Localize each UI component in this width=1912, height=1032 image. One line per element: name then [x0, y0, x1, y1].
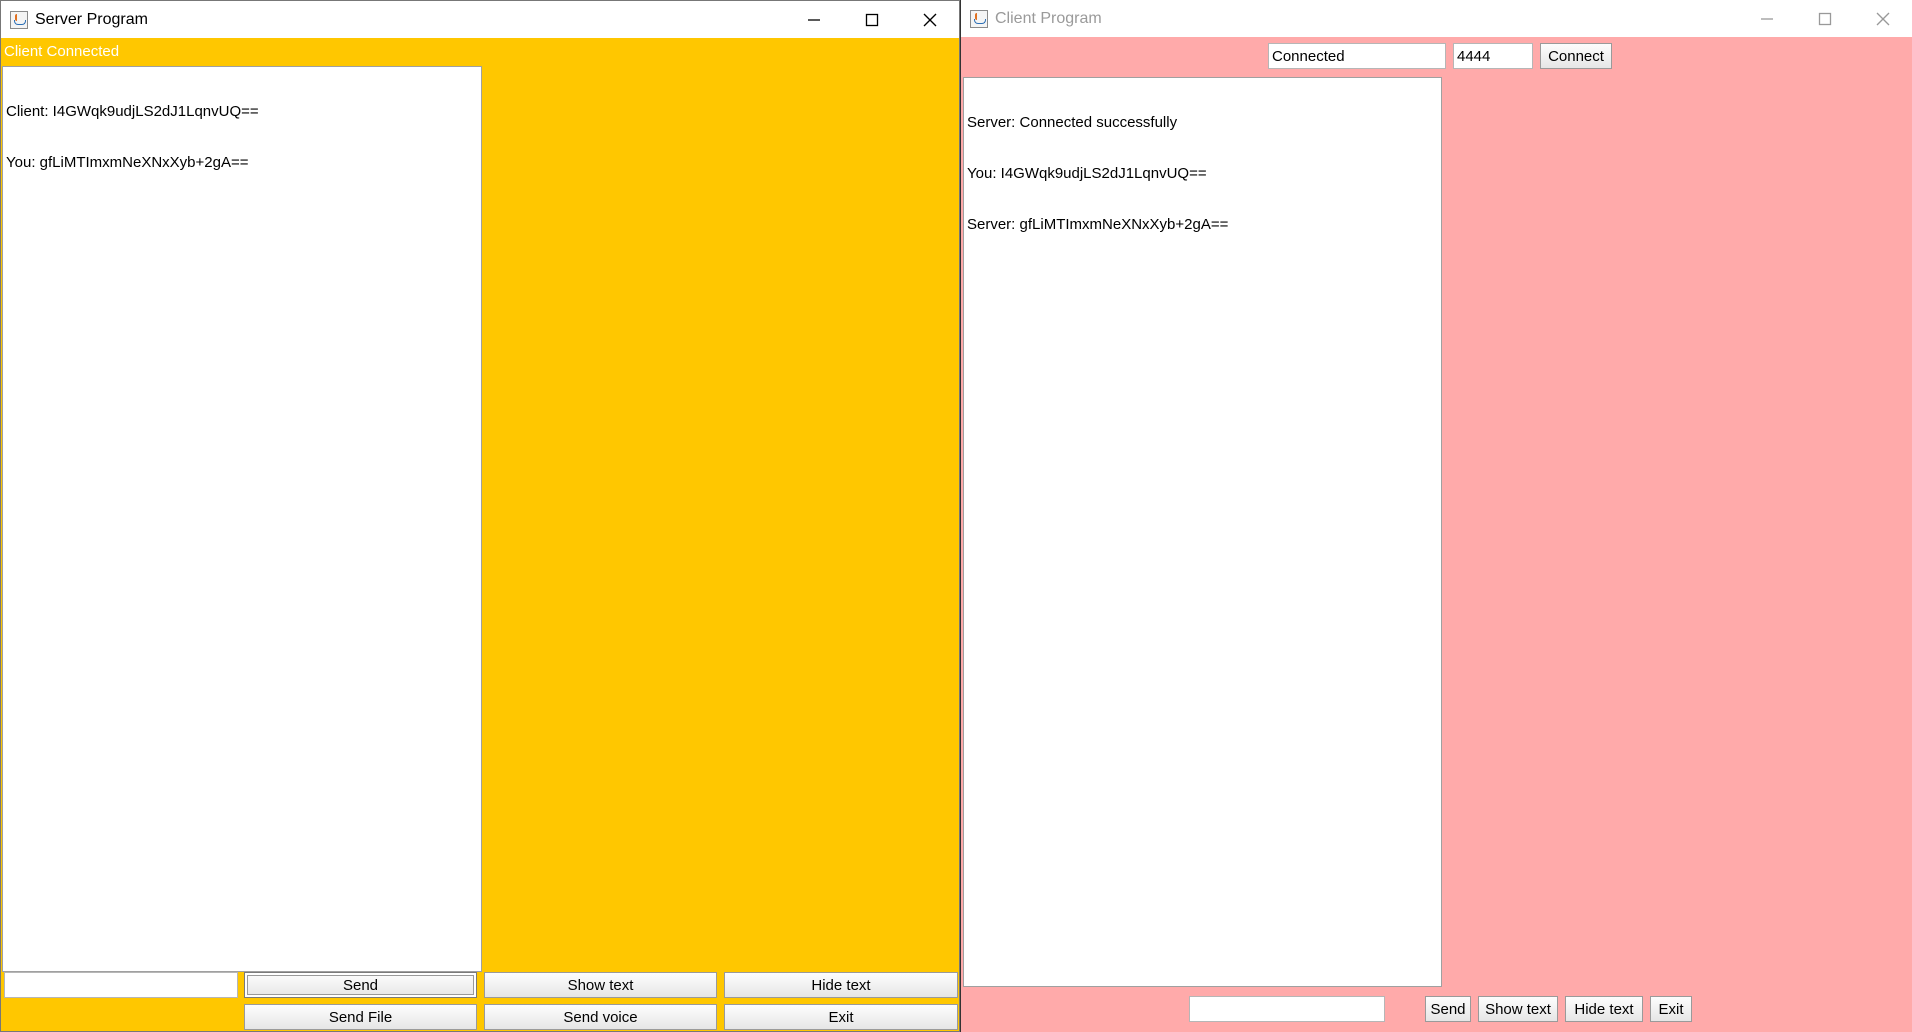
server-send-button[interactable]: Send	[244, 972, 477, 998]
minimize-button[interactable]	[1738, 0, 1796, 37]
close-button[interactable]	[901, 1, 959, 38]
client-exit-button[interactable]: Exit	[1650, 996, 1692, 1022]
close-icon	[923, 13, 937, 26]
chat-message: You: gfLiMTImxmNeXNxXyb+2gA==	[6, 154, 249, 171]
client-window: Client Program Connect Server: Connected…	[961, 0, 1912, 1032]
client-hide-text-button[interactable]: Hide text	[1565, 996, 1643, 1022]
server-show-text-button[interactable]: Show text	[484, 972, 717, 998]
server-exit-button[interactable]: Exit	[724, 1004, 958, 1030]
minimize-icon	[808, 18, 820, 21]
client-titlebar[interactable]: Client Program	[961, 0, 1912, 37]
server-send-voice-button[interactable]: Send voice	[484, 1004, 717, 1030]
java-app-icon	[970, 9, 988, 28]
maximize-button[interactable]	[843, 1, 901, 38]
server-chat-area[interactable]: Client: I4GWqk9udjLS2dJ1LqnvUQ== You: gf…	[2, 66, 482, 972]
client-send-button[interactable]: Send	[1425, 996, 1471, 1022]
server-hide-text-button[interactable]: Hide text	[724, 972, 958, 998]
client-window-title: Client Program	[995, 9, 1102, 27]
client-show-text-button[interactable]: Show text	[1478, 996, 1558, 1022]
maximize-icon	[865, 13, 879, 26]
minimize-button[interactable]	[785, 1, 843, 38]
client-chat-area[interactable]: Server: Connected successfully You: I4GW…	[963, 77, 1442, 987]
server-send-file-button[interactable]: Send File	[244, 1004, 477, 1030]
server-titlebar[interactable]: Server Program	[1, 1, 959, 38]
close-button[interactable]	[1854, 0, 1912, 37]
host-field[interactable]	[1268, 43, 1446, 69]
connection-status-label: Client Connected	[4, 43, 120, 60]
chat-message: Server: Connected successfully	[967, 114, 1178, 131]
server-window-title: Server Program	[35, 10, 148, 28]
server-message-input[interactable]	[4, 972, 238, 998]
chat-message: You: I4GWqk9udjLS2dJ1LqnvUQ==	[967, 165, 1207, 182]
client-message-input[interactable]	[1189, 996, 1385, 1022]
connect-button[interactable]: Connect	[1540, 43, 1612, 69]
maximize-button[interactable]	[1796, 0, 1854, 37]
minimize-icon	[1761, 17, 1773, 20]
server-window: Server Program Client Connected Client: …	[0, 0, 960, 1032]
maximize-icon	[1818, 12, 1832, 25]
port-field[interactable]	[1453, 43, 1533, 69]
chat-message: Server: gfLiMTImxmNeXNxXyb+2gA==	[967, 216, 1229, 233]
close-icon	[1876, 12, 1890, 25]
chat-message: Client: I4GWqk9udjLS2dJ1LqnvUQ==	[6, 103, 259, 120]
java-app-icon	[10, 10, 28, 29]
